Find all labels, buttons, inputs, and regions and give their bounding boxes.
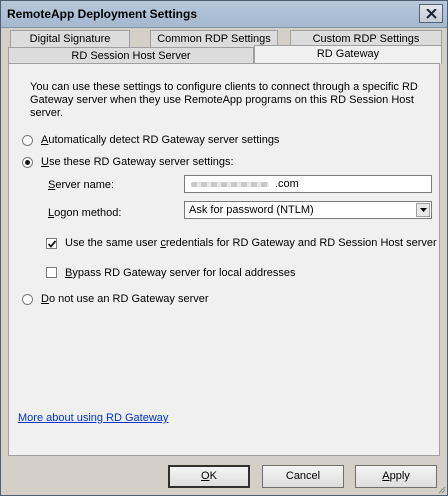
use-these-settings-label[interactable]: Use these RD Gateway server settings: — [41, 156, 234, 169]
close-icon — [426, 9, 437, 19]
logon-method-select[interactable]: Ask for password (NTLM) — [184, 201, 432, 219]
ok-button[interactable]: OK — [168, 465, 250, 488]
close-button[interactable] — [419, 4, 443, 23]
same-credentials-label[interactable]: Use the same user credentials for RD Gat… — [65, 237, 437, 250]
do-not-use-label[interactable]: Do not use an RD Gateway server — [41, 293, 209, 306]
server-name-value: .com — [275, 178, 299, 190]
tab-panel-rd-gateway — [8, 63, 440, 456]
apply-button[interactable]: Apply — [355, 465, 437, 488]
bypass-local-checkbox[interactable] — [46, 267, 57, 278]
help-link-rd-gateway[interactable]: More about using RD Gateway — [18, 412, 168, 424]
server-name-input[interactable]: .com — [184, 175, 432, 193]
server-name-label: Server name: — [48, 179, 115, 191]
title-bar[interactable]: RemoteApp Deployment Settings — [1, 1, 447, 28]
radio-selected-dot — [25, 160, 30, 165]
radio-use-these-settings[interactable] — [22, 157, 33, 168]
logon-method-label: Logon method: — [48, 207, 122, 219]
dropdown-arrow[interactable] — [416, 203, 430, 217]
redacted-text — [191, 182, 269, 187]
radio-auto-detect[interactable] — [22, 135, 33, 146]
logon-method-value: Ask for password (NTLM) — [189, 204, 314, 216]
radio-do-not-use[interactable] — [22, 294, 33, 305]
same-credentials-checkbox[interactable] — [46, 238, 57, 249]
description-text: You can use these settings to configure … — [30, 81, 418, 119]
tab-rd-gateway[interactable]: RD Gateway — [254, 45, 442, 64]
window-title: RemoteApp Deployment Settings — [7, 7, 198, 21]
cancel-button[interactable]: Cancel — [262, 465, 344, 488]
auto-detect-label[interactable]: Automatically detect RD Gateway server s… — [41, 134, 279, 147]
chevron-down-icon — [420, 208, 427, 212]
tab-digital-signature[interactable]: Digital Signature — [10, 30, 130, 47]
checkmark-icon — [47, 240, 57, 248]
resize-grip-icon[interactable] — [436, 484, 446, 494]
bypass-local-label[interactable]: Bypass RD Gateway server for local addre… — [65, 267, 296, 280]
tab-rd-session-host-server[interactable]: RD Session Host Server — [8, 47, 254, 64]
